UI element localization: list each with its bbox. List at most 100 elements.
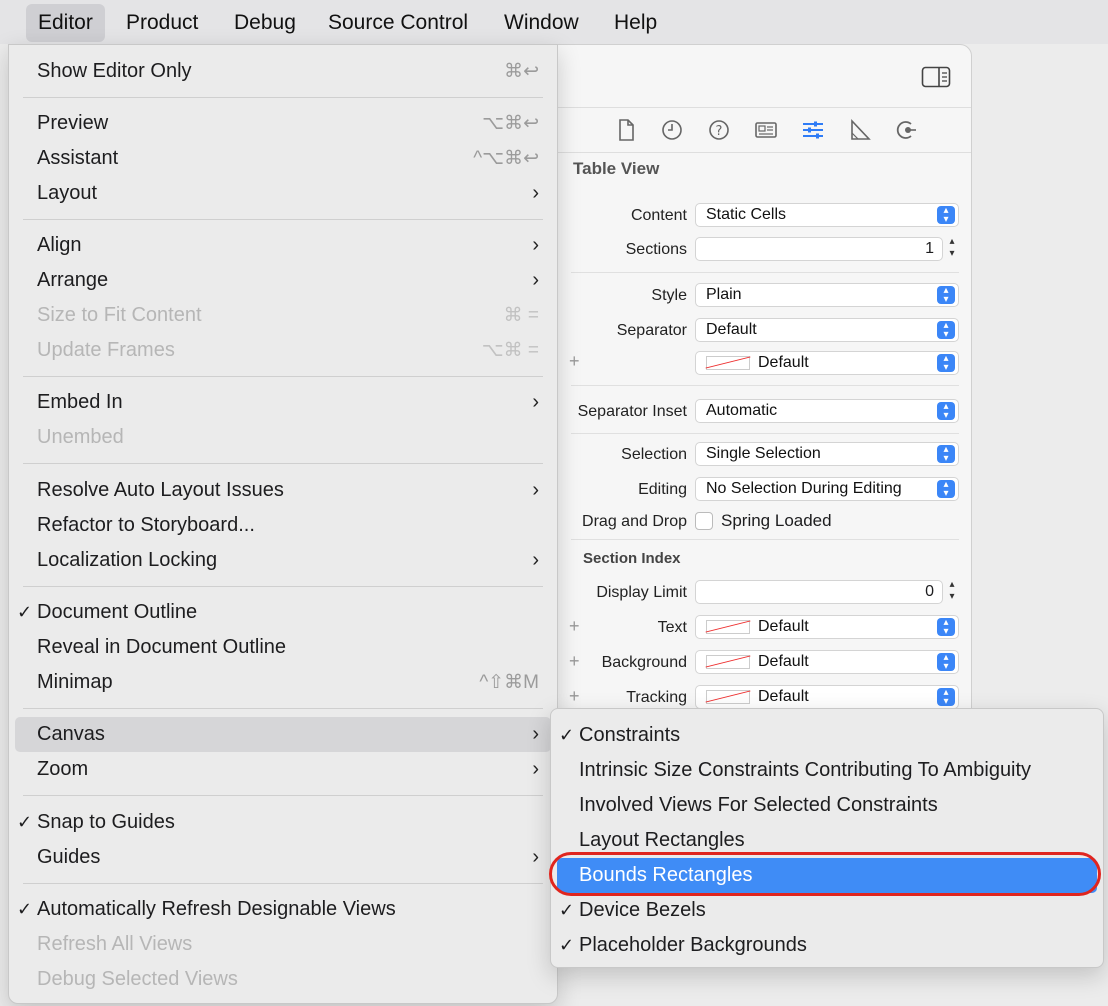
attributes-inspector-icon[interactable] [800,117,826,143]
menu-item-device-bezels[interactable]: ✓ Device Bezels [557,893,1097,928]
popup-arrows-icon: ▴ ▾ [937,354,955,373]
menu-item-label: Involved Views For Selected Constraints [579,794,938,816]
color-swatch [706,689,750,704]
menu-item-show-editor-only[interactable]: Show Editor Only ⌘↩ [15,54,551,89]
menu-item-resolve-auto-layout[interactable]: Resolve Auto Layout Issues › [15,473,551,508]
chevron-right-icon: › [532,549,539,571]
menu-item-align[interactable]: Align › [15,228,551,263]
menu-item-guides[interactable]: Guides › [15,840,551,875]
connections-inspector-icon[interactable] [894,117,920,143]
menu-item-size-to-fit[interactable]: Size to Fit Content ⌘ = [15,298,551,333]
shortcut-label: ⌘↩ [504,61,539,82]
menu-item-unembed[interactable]: Unembed [15,420,551,455]
menu-item-label: Resolve Auto Layout Issues [37,479,284,501]
menu-item-minimap[interactable]: Minimap ^⇧⌘M [15,665,551,700]
menu-source-control[interactable]: Source Control [316,4,480,42]
menu-item-reveal-outline[interactable]: Reveal in Document Outline [15,630,551,665]
add-variation-icon[interactable]: + [569,351,580,372]
chevron-right-icon: › [532,479,539,501]
menu-item-intrinsic-size[interactable]: Intrinsic Size Constraints Contributing … [557,753,1097,788]
display-limit-field[interactable]: 0 [695,580,943,604]
separator-inset-popup[interactable]: Automatic ▴ ▾ [695,399,959,423]
menu-item-label: Preview [37,112,109,134]
menu-item-placeholder-backgrounds[interactable]: ✓ Placeholder Backgrounds [557,928,1097,963]
menu-item-refresh-all[interactable]: Refresh All Views [15,927,551,962]
popup-arrows-icon: ▴ ▾ [937,206,955,225]
help-inspector-icon[interactable]: ? [706,117,732,143]
menu-separator [23,376,543,377]
menu-item-label: Debug Selected Views [37,968,238,990]
menu-item-involved-views[interactable]: Involved Views For Selected Constraints [557,788,1097,823]
menu-help[interactable]: Help [602,4,669,42]
checkmark-icon: ✓ [17,812,33,832]
color-swatch [706,355,750,370]
sections-stepper[interactable]: ▴ ▾ [945,236,959,262]
menu-item-label: Automatically Refresh Designable Views [37,898,396,920]
menu-separator [23,883,543,884]
history-inspector-icon[interactable] [659,117,685,143]
popup-arrows-icon: ▴ ▾ [937,445,955,464]
checkmark-icon: ✓ [559,725,575,745]
menu-item-update-frames[interactable]: Update Frames ⌥⌘ = [15,333,551,368]
content-popup[interactable]: Static Cells ▴ ▾ [695,203,959,227]
menu-item-refactor-storyboard[interactable]: Refactor to Storyboard... [15,508,551,543]
sections-field[interactable]: 1 [695,237,943,261]
inspector-divider [491,107,971,108]
menu-item-label: Unembed [37,426,124,448]
menu-item-constraints[interactable]: ✓ Constraints [557,718,1097,753]
popup-arrows-icon: ▴ ▾ [937,321,955,340]
menu-item-canvas[interactable]: Canvas › [15,717,551,752]
menu-item-assistant[interactable]: Assistant ^⌥⌘↩ [15,141,551,176]
menu-product[interactable]: Product [114,4,210,42]
menu-item-preview[interactable]: Preview ⌥⌘↩ [15,106,551,141]
menu-item-layout[interactable]: Layout › [15,176,551,211]
menu-item-document-outline[interactable]: ✓ Document Outline [15,595,551,630]
inspector-separator [571,539,959,540]
identity-inspector-icon[interactable] [753,117,779,143]
inspector-separator [571,433,959,434]
spring-loaded-checkbox[interactable] [695,512,713,530]
separator-color-popup[interactable]: Default ▴ ▾ [695,351,959,375]
menu-item-label: Assistant [37,147,119,169]
menu-item-label: Minimap [37,671,113,693]
menu-debug[interactable]: Debug [222,4,308,42]
menu-item-label: Arrange [37,269,109,291]
separator-popup[interactable]: Default ▴ ▾ [695,318,959,342]
shortcut-label: ^⇧⌘M [479,672,539,693]
selection-popup[interactable]: Single Selection ▴ ▾ [695,442,959,466]
menu-item-snap-to-guides[interactable]: ✓ Snap to Guides [15,805,551,840]
popup-arrows-icon: ▴ ▾ [937,402,955,421]
editing-popup[interactable]: No Selection During Editing ▴ ▾ [695,477,959,501]
menu-window[interactable]: Window [492,4,591,42]
menu-item-debug-selected[interactable]: Debug Selected Views [15,962,551,997]
inspector-tabs-divider [491,152,971,153]
tracking-color-popup[interactable]: Default ▴ ▾ [695,685,959,709]
menu-editor[interactable]: Editor [26,4,105,42]
menu-separator [23,708,543,709]
background-color-popup[interactable]: Default ▴ ▾ [695,650,959,674]
file-inspector-icon[interactable] [613,117,639,143]
style-popup[interactable]: Plain ▴ ▾ [695,283,959,307]
popup-arrows-icon: ▴ ▾ [937,653,955,672]
inspector-toggle-icon[interactable] [921,65,951,89]
menu-item-label: Show Editor Only [37,60,192,82]
menu-item-embed-in[interactable]: Embed In › [15,385,551,420]
menu-item-label: Document Outline [37,601,198,623]
separator-value: Default [706,321,757,338]
text-color-value: Default [758,618,809,635]
menu-item-label: Refactor to Storyboard... [37,514,255,536]
separator-color-value: Default [758,354,809,371]
shortcut-label: ⌥⌘↩ [482,113,539,134]
menu-item-auto-refresh[interactable]: ✓ Automatically Refresh Designable Views [15,892,551,927]
size-inspector-icon[interactable] [847,117,873,143]
menu-item-arrange[interactable]: Arrange › [15,263,551,298]
text-color-popup[interactable]: Default ▴ ▾ [695,615,959,639]
menu-item-zoom[interactable]: Zoom › [15,752,551,787]
menu-item-label: Placeholder Backgrounds [579,934,807,956]
menu-item-localization-locking[interactable]: Localization Locking › [15,543,551,578]
menu-item-label: Embed In [37,391,123,413]
popup-arrows-icon: ▴ ▾ [937,286,955,305]
svg-text:?: ? [716,124,723,139]
editor-menu: Show Editor Only ⌘↩ Preview ⌥⌘↩ Assistant ^… [8,44,558,1004]
display-limit-stepper[interactable]: ▴ ▾ [945,579,959,605]
